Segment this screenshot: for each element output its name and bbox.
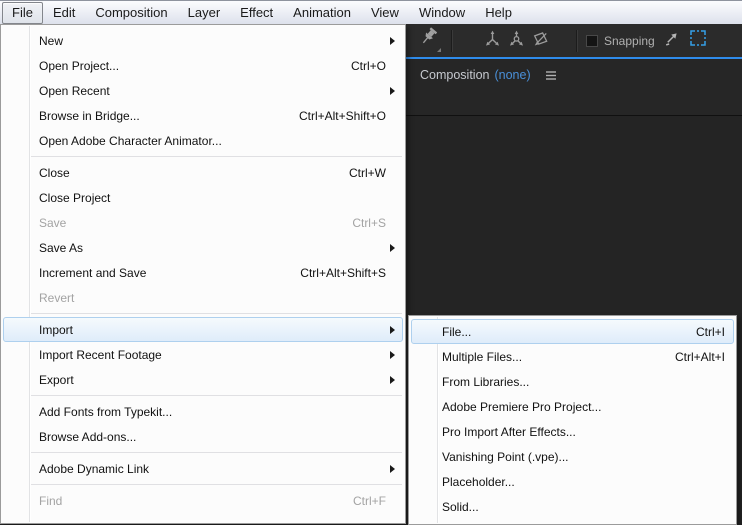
menubar-item-window[interactable]: Window [409, 2, 475, 24]
menubar-item-help[interactable]: Help [475, 2, 522, 24]
menu-item-open-recent[interactable]: Open Recent [3, 78, 403, 103]
submenu-item-multiple-files[interactable]: Multiple Files... Ctrl+Alt+I [411, 344, 734, 369]
menu-item-open-adobe-character-animator[interactable]: Open Adobe Character Animator... [3, 128, 403, 153]
menu-item-save: Save Ctrl+S [39, 215, 386, 230]
menu-item-find: Find Ctrl+F [39, 493, 386, 508]
region-of-interest-icon [689, 30, 706, 51]
menubar-item-edit[interactable]: Edit [43, 2, 85, 24]
snapping-label: Snapping [604, 33, 655, 48]
submenu-arrow-icon [390, 243, 395, 252]
menubar-item-animation[interactable]: Animation [283, 2, 361, 24]
menu-item-add-fonts-from-typekit[interactable]: Add Fonts from Typekit... [3, 399, 403, 424]
menu-bar: File Edit Composition Layer Effect Anima… [0, 0, 742, 24]
menu-item-increment-and-save[interactable]: Increment and Save Ctrl+Alt+Shift+S [3, 260, 403, 285]
menubar-item-layer[interactable]: Layer [178, 2, 231, 24]
menu-item-export[interactable]: Export [3, 367, 403, 392]
menu-item-import[interactable]: Import [3, 317, 403, 342]
submenu-item-from-libraries[interactable]: From Libraries... [411, 369, 734, 394]
submenu-item-file[interactable]: File... Ctrl+I [411, 319, 734, 344]
world-axis-mode-icon [508, 30, 525, 52]
snapping-checkbox[interactable] [586, 34, 598, 47]
menu-item-import-recent-footage[interactable]: Import Recent Footage [3, 342, 403, 367]
menu-item-revert: Revert [39, 290, 75, 305]
import-submenu-popup: File... Ctrl+I Multiple Files... Ctrl+Al… [408, 315, 737, 525]
composition-tab-label: Composition [420, 68, 490, 82]
local-axis-mode-icon [484, 30, 501, 52]
toolbar-separator [451, 29, 452, 52]
menu-item-browse-in-bridge[interactable]: Browse in Bridge... Ctrl+Alt+Shift+O [3, 103, 403, 128]
composition-tab-value: (none) [494, 68, 531, 82]
menu-separator [31, 156, 402, 157]
puppet-pin-icon [419, 27, 439, 54]
local-axis-mode-button[interactable] [482, 29, 503, 53]
submenu-arrow-icon [390, 375, 395, 384]
menu-item-close-project[interactable]: Close Project [3, 185, 403, 210]
menubar-item-view[interactable]: View [361, 2, 409, 24]
menu-item-adobe-dynamic-link[interactable]: Adobe Dynamic Link [3, 456, 403, 481]
view-axis-mode-icon [532, 30, 549, 52]
submenu-item-placeholder[interactable]: Placeholder... [411, 469, 734, 494]
composition-panel-tabbar: Composition (none) [406, 59, 742, 115]
menu-item-browse-add-ons[interactable]: Browse Add-ons... [3, 424, 403, 449]
puppet-pin-tool-button[interactable] [416, 27, 442, 54]
menu-item-open-project[interactable]: Open Project... Ctrl+O [3, 53, 403, 78]
submenu-item-solid[interactable]: Solid... [411, 494, 734, 519]
file-menu-popup: New Open Project... Ctrl+O Open Recent B… [0, 24, 406, 524]
composition-panel-tab[interactable]: Composition (none) [420, 68, 742, 82]
tools-toolbar: Snapping [406, 24, 742, 57]
menu-separator [31, 313, 402, 314]
submenu-item-adobe-premiere-pro-project[interactable]: Adobe Premiere Pro Project... [411, 394, 734, 419]
submenu-arrow-icon [390, 36, 395, 45]
zoom-arrow-icon [663, 30, 680, 52]
submenu-arrow-icon [390, 325, 395, 334]
panel-menu-hamburger-icon[interactable] [545, 70, 557, 81]
submenu-arrow-icon [390, 86, 395, 95]
tool-flyout-indicator-icon [437, 47, 441, 52]
submenu-item-pro-import-after-effects[interactable]: Pro Import After Effects... [411, 419, 734, 444]
zoom-arrow-button[interactable] [661, 28, 683, 54]
submenu-item-vanishing-point[interactable]: Vanishing Point (.vpe)... [411, 444, 734, 469]
region-of-interest-button[interactable] [687, 28, 709, 54]
menu-item-new[interactable]: New [3, 28, 403, 53]
menu-item-close[interactable]: Close Ctrl+W [3, 160, 403, 185]
submenu-arrow-icon [390, 350, 395, 359]
menubar-item-file[interactable]: File [2, 1, 43, 24]
menu-item-save-as[interactable]: Save As [3, 235, 403, 260]
menu-separator [31, 395, 402, 396]
toolbar-separator [576, 29, 577, 52]
submenu-arrow-icon [390, 464, 395, 473]
view-axis-mode-button[interactable] [530, 29, 551, 53]
menubar-item-effect[interactable]: Effect [230, 2, 283, 24]
menu-separator [31, 452, 402, 453]
world-axis-mode-button[interactable] [506, 29, 527, 53]
menubar-item-composition[interactable]: Composition [85, 2, 177, 24]
menu-separator [31, 484, 402, 485]
